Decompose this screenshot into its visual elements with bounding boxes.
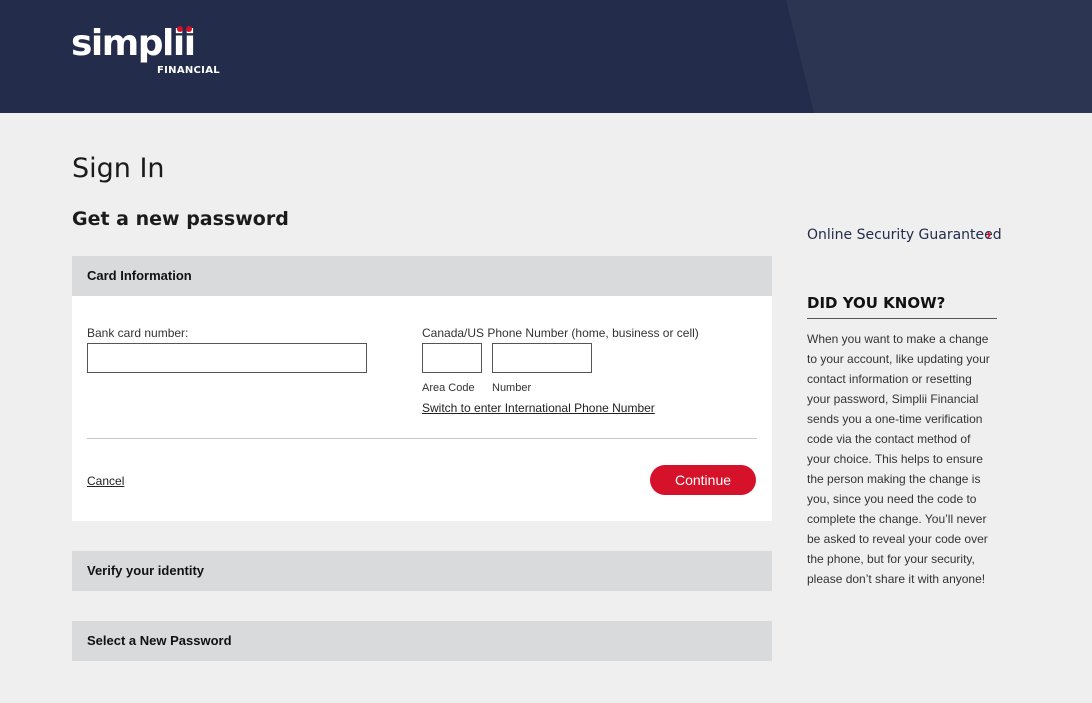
did-you-know-text: When you want to make a change to your a…: [807, 329, 997, 589]
did-you-know-title: DID YOU KNOW?: [807, 294, 946, 312]
dyk-line: code via the contact method of: [807, 432, 971, 446]
logo-subtext: FINANCIAL: [157, 65, 220, 76]
dyk-line: contact information or resetting: [807, 372, 972, 386]
cancel-link[interactable]: Cancel: [87, 474, 124, 488]
dyk-line: your password, Simplii Financial: [807, 392, 979, 406]
form-divider: [87, 438, 757, 439]
area-code-label: Area Code: [422, 382, 475, 394]
card-information-header: Card Information: [72, 256, 772, 296]
number-label: Number: [492, 382, 532, 394]
did-you-know-rule: [807, 318, 997, 319]
area-code-input[interactable]: [422, 343, 482, 373]
online-security-link[interactable]: Online Security Guaranteed: [807, 227, 1002, 243]
phone-number-label: Canada/US Phone Number (home, business o…: [422, 326, 699, 340]
international-phone-link[interactable]: Switch to enter International Phone Numb…: [422, 401, 655, 415]
card-information-panel: Bank card number: Canada/US Phone Number…: [72, 296, 772, 521]
simplii-logo[interactable]: simplii FINANCIAL: [71, 23, 220, 77]
dyk-line: When you want to make a change: [807, 332, 989, 346]
bank-card-label: Bank card number:: [87, 326, 189, 340]
logo-dot-2: [186, 26, 192, 32]
bank-card-input[interactable]: [87, 343, 367, 373]
dyk-line: please don’t share it with anyone!: [807, 572, 986, 586]
dyk-line: to your account, like updating your: [807, 352, 990, 366]
header-shade: [786, 0, 1092, 113]
dyk-line: be asked to reveal your code over: [807, 532, 988, 546]
page-subtitle: Get a new password: [72, 208, 289, 230]
continue-button[interactable]: Continue: [650, 465, 756, 495]
logo-dot-1: [177, 26, 183, 32]
dyk-line: sends you a one-time verification: [807, 412, 983, 426]
dyk-line: complete the change. You’ll never: [807, 512, 987, 526]
verify-identity-header: Verify your identity: [72, 551, 772, 591]
page-title: Sign In: [72, 153, 165, 184]
dyk-line: the phone, but for your security,: [807, 552, 975, 566]
phone-number-input[interactable]: [492, 343, 592, 373]
dyk-line: the person making the change is: [807, 472, 981, 486]
select-new-password-header: Select a New Password: [72, 621, 772, 661]
chevron-right-icon[interactable]: ›: [986, 227, 991, 243]
logo-wordmark: simplii: [71, 23, 196, 64]
dyk-line: you, since you need the code to: [807, 492, 977, 506]
dyk-line: your choice. This helps to ensure: [807, 452, 983, 466]
site-header: simplii FINANCIAL: [0, 0, 1092, 113]
